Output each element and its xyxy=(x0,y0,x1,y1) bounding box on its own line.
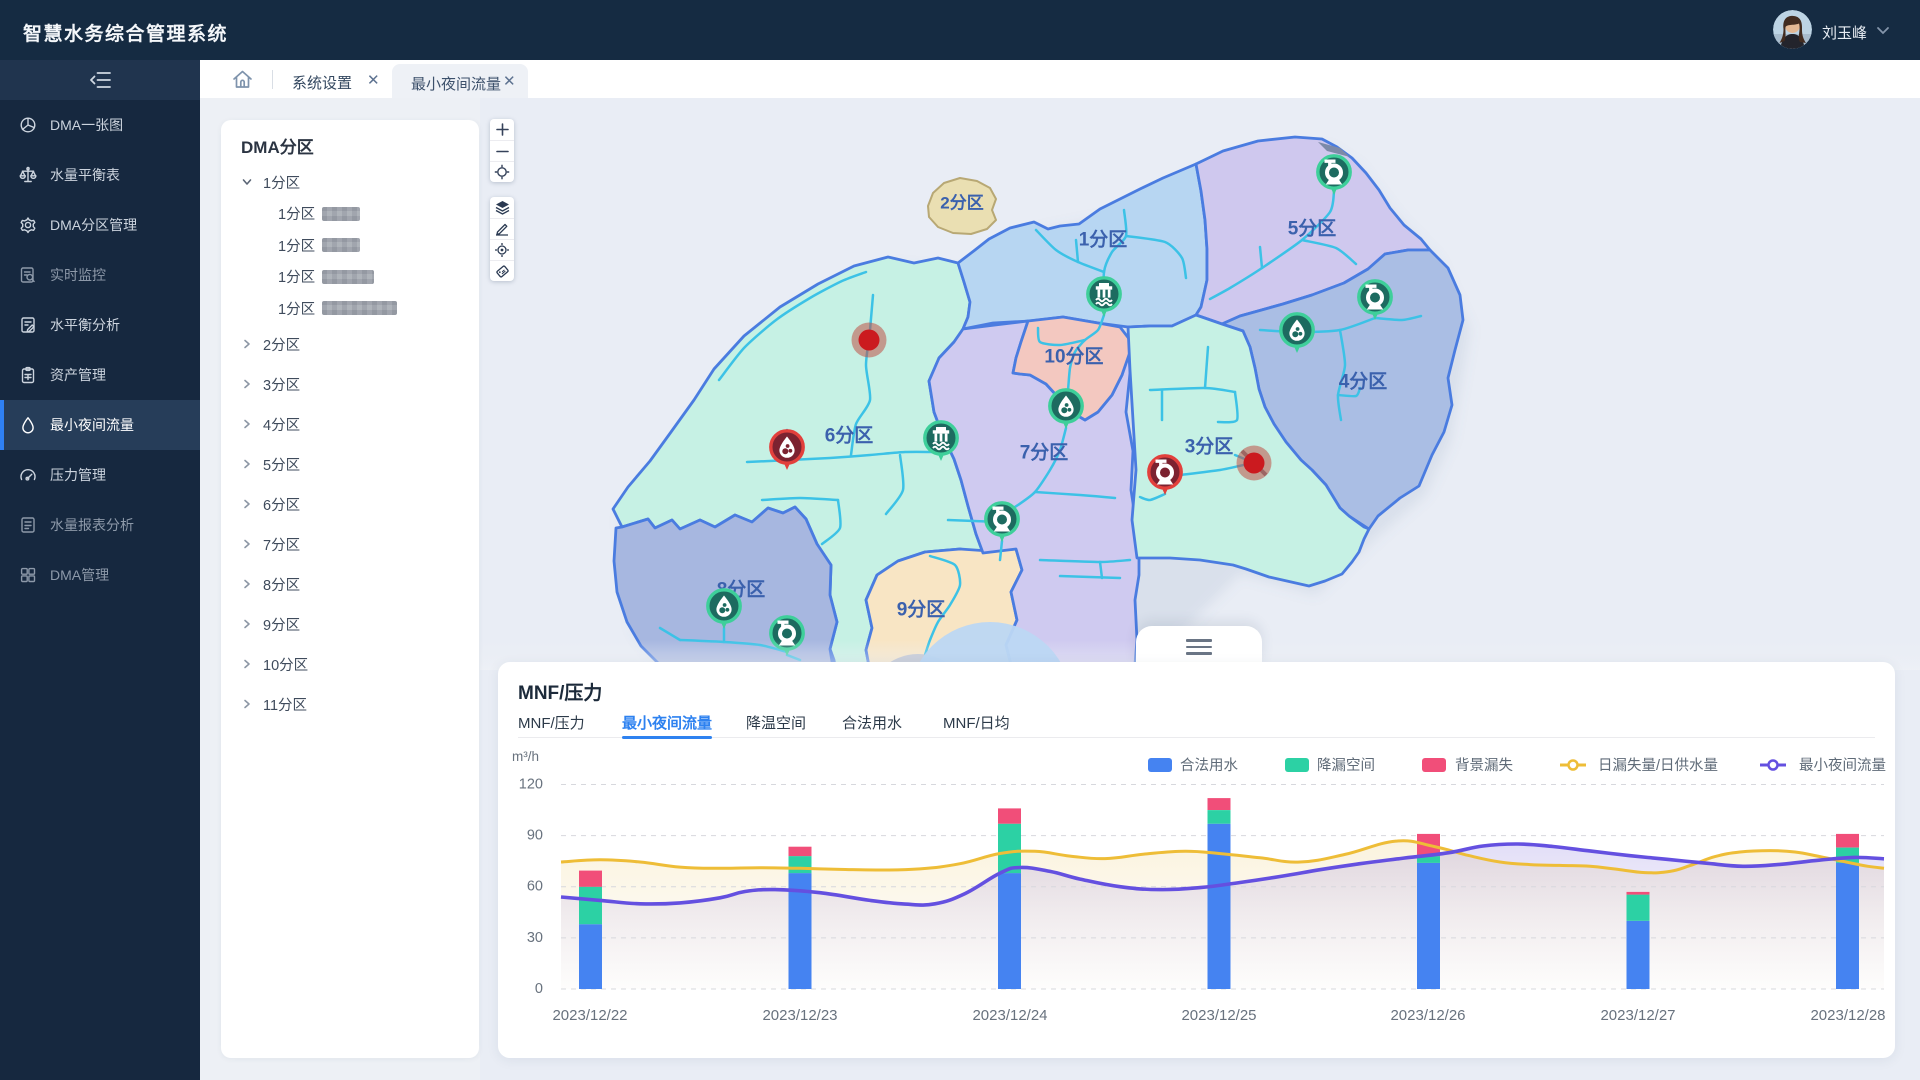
svg-text:2023/12/25: 2023/12/25 xyxy=(1181,1007,1256,1024)
svg-text:2023/12/22: 2023/12/22 xyxy=(552,1007,627,1024)
svg-text:7分区: 7分区 xyxy=(1020,442,1069,464)
svg-text:m³/h: m³/h xyxy=(512,749,539,764)
svg-text:9分区: 9分区 xyxy=(897,599,946,621)
svg-text:0: 0 xyxy=(535,981,543,997)
svg-text:10分区: 10分区 xyxy=(1044,346,1103,368)
svg-text:2023/12/27: 2023/12/27 xyxy=(1600,1007,1675,1024)
svg-text:合法用水: 合法用水 xyxy=(1180,757,1238,774)
svg-text:3分区: 3分区 xyxy=(1185,436,1234,458)
svg-text:背景漏失: 背景漏失 xyxy=(1455,757,1513,774)
svg-text:2023/12/23: 2023/12/23 xyxy=(762,1007,837,1024)
svg-text:降漏空间: 降漏空间 xyxy=(1317,757,1375,774)
svg-text:2023/12/26: 2023/12/26 xyxy=(1390,1007,1465,1024)
svg-text:1分区: 1分区 xyxy=(1079,229,1128,251)
svg-text:6分区: 6分区 xyxy=(825,425,874,447)
svg-text:4分区: 4分区 xyxy=(1339,371,1388,393)
svg-text:120: 120 xyxy=(519,777,543,793)
svg-text:日漏失量/日供水量: 日漏失量/日供水量 xyxy=(1598,757,1718,774)
svg-text:2分区: 2分区 xyxy=(940,194,983,213)
svg-text:5分区: 5分区 xyxy=(1288,218,1337,240)
svg-text:60: 60 xyxy=(527,879,543,895)
svg-text:30: 30 xyxy=(527,930,543,946)
svg-text:90: 90 xyxy=(527,828,543,844)
svg-text:最小夜间流量: 最小夜间流量 xyxy=(1799,757,1886,774)
svg-text:2023/12/24: 2023/12/24 xyxy=(972,1007,1047,1024)
svg-text:2023/12/28: 2023/12/28 xyxy=(1810,1007,1885,1024)
